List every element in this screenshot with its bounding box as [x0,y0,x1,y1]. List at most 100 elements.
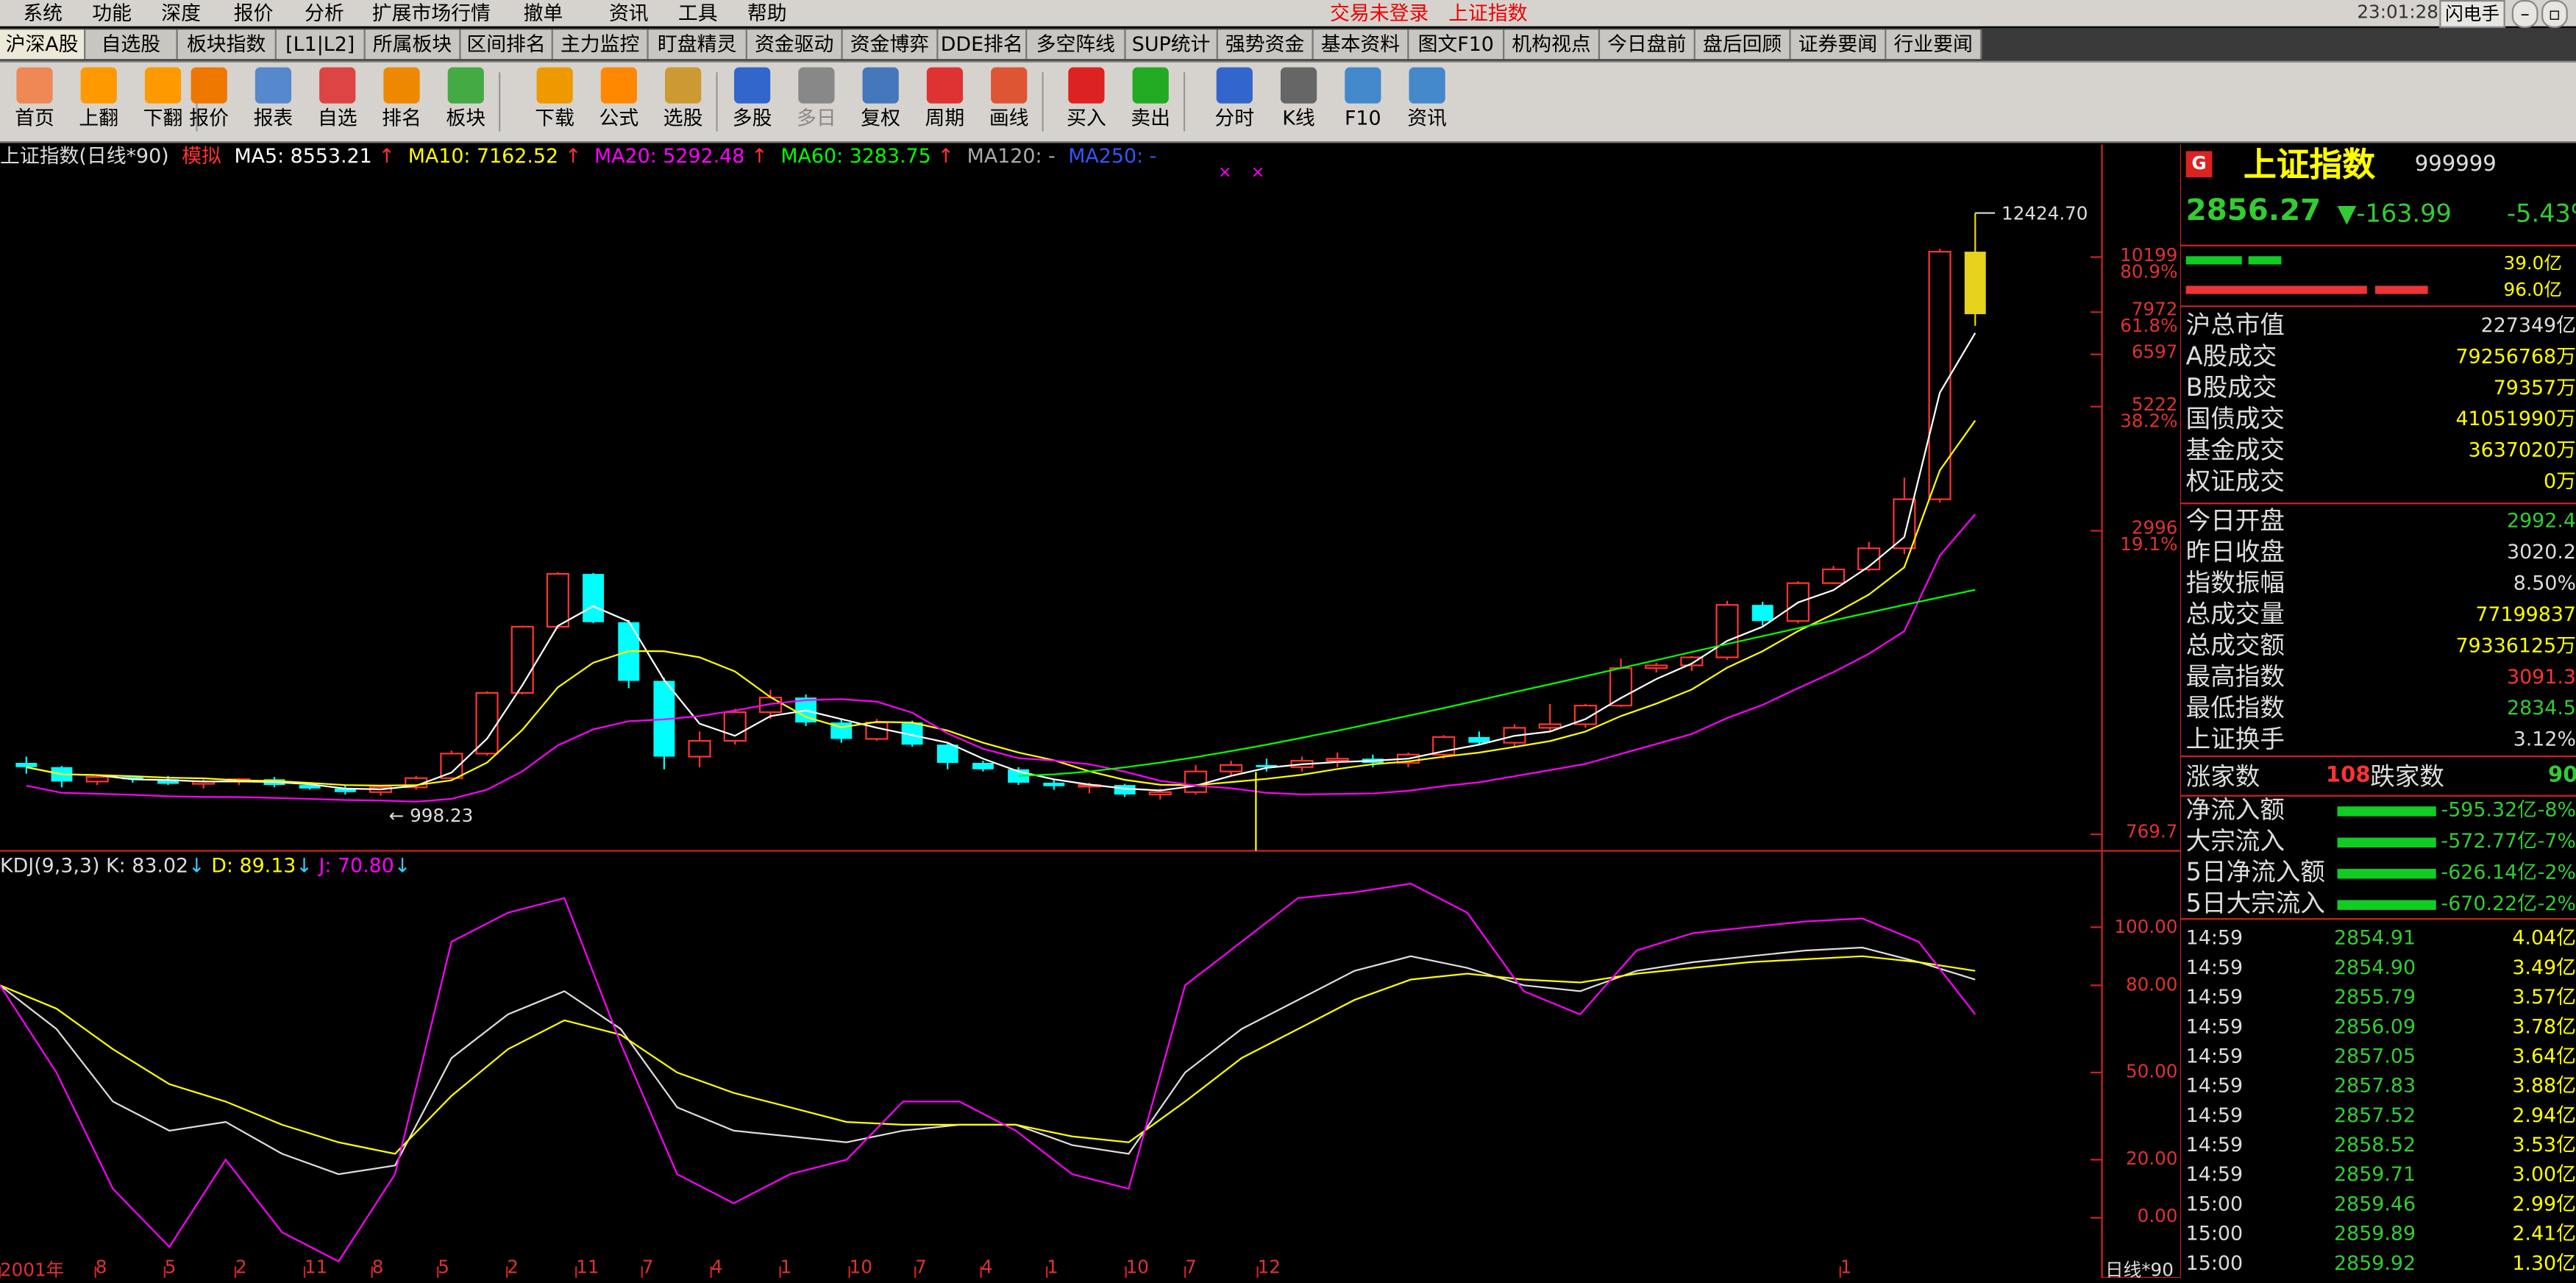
tab-18[interactable]: 盘后回顾 [1695,29,1791,60]
period-label[interactable]: 日线*90 [2105,1257,2174,1283]
tick-price: 2856.09 [2334,1014,2416,1039]
toolbar-sector-button[interactable]: 板块 [438,67,494,140]
toolbar-report-button[interactable]: 报表 [245,67,301,140]
restore-window-icon[interactable]: ▫ [2541,0,2568,28]
candlestick[interactable] [1928,249,1951,503]
tab-3[interactable]: [L1|L2] [276,29,366,60]
stat-value: 3637020万 [2468,438,2576,462]
candlestick[interactable] [1715,600,1739,661]
candlestick[interactable] [15,756,38,774]
menu-item-extended-market[interactable]: 扩展市场行情 [372,0,491,26]
menu-item-quotes[interactable]: 报价 [234,0,274,26]
menu-item-function[interactable]: 功能 [92,0,132,26]
stat-label: 总成交额 [2185,630,2285,661]
candlestick[interactable] [1821,566,1846,584]
tick-price: 2858.52 [2334,1133,2416,1156]
stat-label: 今日开盘 [2185,505,2285,536]
toolbar-news-button[interactable]: 资讯 [1399,67,1455,140]
toolbar-download-button[interactable]: 下载 [527,67,583,140]
current-security-label: 上证指数 [1448,1,1528,25]
toolbar-multi-day-button[interactable]: 多日 [789,67,844,140]
candlestick[interactable] [723,708,747,745]
candlestick[interactable] [546,572,569,630]
candlestick[interactable] [369,786,393,796]
fib-axis-tick: 19.1% [2120,533,2178,555]
tick-amount: 4.04亿 [2512,926,2576,950]
tab-4[interactable]: 所属板块 [365,29,461,60]
toolbar-home-button[interactable]: 首页 [7,67,63,140]
tab-0[interactable]: 沪深A股 [0,29,86,60]
menu-item-system[interactable]: 系统 [23,0,63,26]
kline-chart-area[interactable]: 12424.70 ← 998.23 × × [0,144,2181,1278]
flow-value: -572.77亿 [2441,829,2538,853]
toolbar-watchlist-button[interactable]: 自选 [310,67,366,140]
minimize-window-icon[interactable]: – [2511,0,2538,28]
candlestick[interactable] [653,678,675,770]
flash-trade-button[interactable]: 闪电手 [2439,0,2505,28]
candlestick[interactable] [51,766,73,788]
toolbar-label: 自选 [317,107,357,130]
candlestick[interactable] [1645,662,1668,672]
menu-item-analysis[interactable]: 分析 [305,0,344,26]
candlestick[interactable] [972,761,994,772]
tab-12[interactable]: SUP统计 [1125,29,1218,60]
tab-14[interactable]: 基本资料 [1313,29,1409,60]
toolbar-sell-button[interactable]: 卖出 [1122,67,1178,140]
candlestick[interactable] [1184,764,1208,795]
toolbar-page-up-button[interactable]: 上翻 [71,67,127,140]
multi-day-icon [798,67,835,104]
toolbar-kline-button[interactable]: K线 [1271,67,1327,140]
flow-bar [2337,806,2436,817]
toolbar-period-button[interactable]: 周期 [917,67,972,140]
toolbar-label: 报表 [253,107,293,130]
tab-1[interactable]: 自选股 [85,29,178,60]
menu-item-tools[interactable]: 工具 [678,0,718,26]
volume-bar-green-2 [2248,256,2282,265]
candlestick[interactable] [583,572,604,624]
candlestick[interactable] [1326,752,1349,767]
price-change-pct: -5.43% [2507,199,2576,229]
tab-10[interactable]: DDE排名 [938,29,1028,60]
tab-8[interactable]: 资金驱动 [747,29,843,60]
toolbar-buy-button[interactable]: 买入 [1058,67,1114,140]
tab-20[interactable]: 行业要闻 [1886,29,1982,60]
toolbar-ranking-button[interactable]: 排名 [374,67,430,140]
toolbar-stock-picker-button[interactable]: 选股 [655,67,711,140]
stock-picker-icon [665,67,702,104]
tick-price: 2854.91 [2334,926,2416,950]
kdj-axis-tick: 20.00 [2125,1148,2178,1170]
candlestick[interactable] [1573,703,1597,728]
toolbar-f10-button[interactable]: F10 [1335,67,1391,140]
toolbar-formula-button[interactable]: 公式 [591,67,647,140]
toolbar-intraday-button[interactable]: 分时 [1206,67,1262,140]
tab-13[interactable]: 强势资金 [1217,29,1314,60]
candlestick[interactable] [1538,703,1562,732]
market-stat-row: A股成交 79256768万 [2186,341,2576,372]
toolbar-quote-button[interactable]: 报价 [181,67,237,140]
toolbar-draw-line-button[interactable]: 画线 [981,67,1037,140]
price-change: ▼-163.99 [2337,199,2452,229]
menu-item-cancel-order[interactable]: 撤单 [524,0,563,26]
trade-login-status[interactable]: 交易未登录 [1330,0,1428,26]
candlestick[interactable] [830,719,853,743]
index-stat-row: 最高指数 3091.3 [2186,662,2576,693]
tab-11[interactable]: 多空阵线 [1027,29,1126,60]
tab-5[interactable]: 区间排名 [460,29,553,60]
candlestick[interactable] [688,731,711,767]
candlestick[interactable] [1964,213,1986,326]
toolbar-multi-stock-button[interactable]: 多股 [725,67,780,140]
menu-item-news[interactable]: 资讯 [609,0,649,26]
tab-15[interactable]: 图文F10 [1409,29,1505,60]
tab-16[interactable]: 机构视点 [1504,29,1601,60]
tab-7[interactable]: 盯盘精灵 [648,29,747,60]
toolbar-rights-adjust-button[interactable]: 复权 [853,67,908,140]
tab-9[interactable]: 资金博弈 [842,29,939,60]
candlestick[interactable] [1114,783,1136,797]
tab-19[interactable]: 证券要闻 [1790,29,1887,60]
tab-2[interactable]: 板块指数 [177,29,277,60]
tab-6[interactable]: 主力监控 [552,29,649,60]
menu-item-depth[interactable]: 深度 [161,0,201,26]
tab-17[interactable]: 今日盘前 [1600,29,1696,60]
candlestick[interactable] [334,785,356,795]
menu-item-help[interactable]: 帮助 [747,0,787,26]
